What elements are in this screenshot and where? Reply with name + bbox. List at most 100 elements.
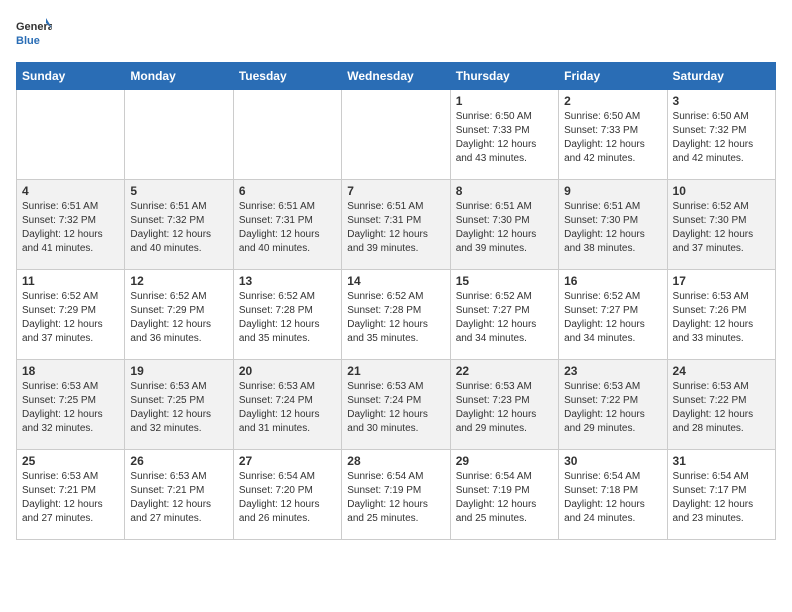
day-info: Sunrise: 6:54 AMSunset: 7:19 PMDaylight:… [347, 471, 428, 524]
day-info: Sunrise: 6:52 AMSunset: 7:27 PMDaylight:… [564, 291, 645, 344]
calendar-cell: 2 Sunrise: 6:50 AMSunset: 7:33 PMDayligh… [559, 90, 667, 180]
day-info: Sunrise: 6:51 AMSunset: 7:30 PMDaylight:… [564, 201, 645, 254]
logo-icon: General Blue [16, 16, 52, 52]
day-info: Sunrise: 6:53 AMSunset: 7:24 PMDaylight:… [347, 381, 428, 434]
day-number: 30 [564, 454, 661, 468]
calendar-cell: 29 Sunrise: 6:54 AMSunset: 7:19 PMDaylig… [450, 450, 558, 540]
calendar-cell: 24 Sunrise: 6:53 AMSunset: 7:22 PMDaylig… [667, 360, 775, 450]
day-number: 26 [130, 454, 227, 468]
calendar-cell: 21 Sunrise: 6:53 AMSunset: 7:24 PMDaylig… [342, 360, 450, 450]
calendar-cell: 23 Sunrise: 6:53 AMSunset: 7:22 PMDaylig… [559, 360, 667, 450]
weekday-header-thursday: Thursday [450, 63, 558, 90]
calendar-cell: 22 Sunrise: 6:53 AMSunset: 7:23 PMDaylig… [450, 360, 558, 450]
day-info: Sunrise: 6:54 AMSunset: 7:17 PMDaylight:… [673, 471, 754, 524]
calendar-week-row: 4 Sunrise: 6:51 AMSunset: 7:32 PMDayligh… [17, 180, 776, 270]
day-info: Sunrise: 6:52 AMSunset: 7:27 PMDaylight:… [456, 291, 537, 344]
day-number: 16 [564, 274, 661, 288]
calendar-cell: 14 Sunrise: 6:52 AMSunset: 7:28 PMDaylig… [342, 270, 450, 360]
day-number: 21 [347, 364, 444, 378]
calendar-cell: 17 Sunrise: 6:53 AMSunset: 7:26 PMDaylig… [667, 270, 775, 360]
calendar-cell: 19 Sunrise: 6:53 AMSunset: 7:25 PMDaylig… [125, 360, 233, 450]
day-info: Sunrise: 6:52 AMSunset: 7:28 PMDaylight:… [239, 291, 320, 344]
calendar-cell [125, 90, 233, 180]
day-info: Sunrise: 6:52 AMSunset: 7:29 PMDaylight:… [130, 291, 211, 344]
calendar-cell: 12 Sunrise: 6:52 AMSunset: 7:29 PMDaylig… [125, 270, 233, 360]
calendar-cell: 10 Sunrise: 6:52 AMSunset: 7:30 PMDaylig… [667, 180, 775, 270]
calendar-cell [342, 90, 450, 180]
calendar-cell: 18 Sunrise: 6:53 AMSunset: 7:25 PMDaylig… [17, 360, 125, 450]
calendar-week-row: 18 Sunrise: 6:53 AMSunset: 7:25 PMDaylig… [17, 360, 776, 450]
day-number: 18 [22, 364, 119, 378]
day-number: 28 [347, 454, 444, 468]
day-number: 1 [456, 94, 553, 108]
day-number: 13 [239, 274, 336, 288]
calendar-cell: 5 Sunrise: 6:51 AMSunset: 7:32 PMDayligh… [125, 180, 233, 270]
calendar-table: SundayMondayTuesdayWednesdayThursdayFrid… [16, 62, 776, 540]
day-info: Sunrise: 6:54 AMSunset: 7:18 PMDaylight:… [564, 471, 645, 524]
day-number: 8 [456, 184, 553, 198]
calendar-cell: 9 Sunrise: 6:51 AMSunset: 7:30 PMDayligh… [559, 180, 667, 270]
logo: General Blue [16, 16, 52, 52]
weekday-header-monday: Monday [125, 63, 233, 90]
day-info: Sunrise: 6:53 AMSunset: 7:24 PMDaylight:… [239, 381, 320, 434]
day-number: 9 [564, 184, 661, 198]
day-number: 24 [673, 364, 770, 378]
day-info: Sunrise: 6:52 AMSunset: 7:28 PMDaylight:… [347, 291, 428, 344]
day-info: Sunrise: 6:51 AMSunset: 7:31 PMDaylight:… [239, 201, 320, 254]
day-info: Sunrise: 6:53 AMSunset: 7:25 PMDaylight:… [130, 381, 211, 434]
calendar-cell: 8 Sunrise: 6:51 AMSunset: 7:30 PMDayligh… [450, 180, 558, 270]
weekday-header-wednesday: Wednesday [342, 63, 450, 90]
day-info: Sunrise: 6:50 AMSunset: 7:33 PMDaylight:… [564, 111, 645, 164]
day-number: 31 [673, 454, 770, 468]
page-header: General Blue [16, 16, 776, 52]
day-info: Sunrise: 6:53 AMSunset: 7:22 PMDaylight:… [673, 381, 754, 434]
day-info: Sunrise: 6:51 AMSunset: 7:31 PMDaylight:… [347, 201, 428, 254]
day-number: 23 [564, 364, 661, 378]
day-number: 5 [130, 184, 227, 198]
day-number: 11 [22, 274, 119, 288]
day-number: 15 [456, 274, 553, 288]
calendar-cell: 3 Sunrise: 6:50 AMSunset: 7:32 PMDayligh… [667, 90, 775, 180]
day-number: 17 [673, 274, 770, 288]
calendar-cell: 31 Sunrise: 6:54 AMSunset: 7:17 PMDaylig… [667, 450, 775, 540]
day-info: Sunrise: 6:53 AMSunset: 7:26 PMDaylight:… [673, 291, 754, 344]
calendar-week-row: 1 Sunrise: 6:50 AMSunset: 7:33 PMDayligh… [17, 90, 776, 180]
calendar-cell: 26 Sunrise: 6:53 AMSunset: 7:21 PMDaylig… [125, 450, 233, 540]
day-info: Sunrise: 6:50 AMSunset: 7:33 PMDaylight:… [456, 111, 537, 164]
calendar-cell: 20 Sunrise: 6:53 AMSunset: 7:24 PMDaylig… [233, 360, 341, 450]
day-number: 22 [456, 364, 553, 378]
day-number: 12 [130, 274, 227, 288]
calendar-cell: 30 Sunrise: 6:54 AMSunset: 7:18 PMDaylig… [559, 450, 667, 540]
calendar-cell: 16 Sunrise: 6:52 AMSunset: 7:27 PMDaylig… [559, 270, 667, 360]
calendar-cell: 25 Sunrise: 6:53 AMSunset: 7:21 PMDaylig… [17, 450, 125, 540]
calendar-cell: 6 Sunrise: 6:51 AMSunset: 7:31 PMDayligh… [233, 180, 341, 270]
calendar-cell: 27 Sunrise: 6:54 AMSunset: 7:20 PMDaylig… [233, 450, 341, 540]
day-number: 25 [22, 454, 119, 468]
day-number: 27 [239, 454, 336, 468]
svg-text:Blue: Blue [16, 35, 40, 47]
weekday-header-friday: Friday [559, 63, 667, 90]
calendar-cell: 11 Sunrise: 6:52 AMSunset: 7:29 PMDaylig… [17, 270, 125, 360]
day-info: Sunrise: 6:53 AMSunset: 7:21 PMDaylight:… [130, 471, 211, 524]
day-info: Sunrise: 6:53 AMSunset: 7:22 PMDaylight:… [564, 381, 645, 434]
day-info: Sunrise: 6:52 AMSunset: 7:30 PMDaylight:… [673, 201, 754, 254]
day-number: 10 [673, 184, 770, 198]
calendar-cell: 1 Sunrise: 6:50 AMSunset: 7:33 PMDayligh… [450, 90, 558, 180]
weekday-header-row: SundayMondayTuesdayWednesdayThursdayFrid… [17, 63, 776, 90]
day-number: 6 [239, 184, 336, 198]
day-info: Sunrise: 6:53 AMSunset: 7:23 PMDaylight:… [456, 381, 537, 434]
day-info: Sunrise: 6:53 AMSunset: 7:25 PMDaylight:… [22, 381, 103, 434]
day-number: 20 [239, 364, 336, 378]
calendar-cell: 13 Sunrise: 6:52 AMSunset: 7:28 PMDaylig… [233, 270, 341, 360]
weekday-header-sunday: Sunday [17, 63, 125, 90]
day-number: 14 [347, 274, 444, 288]
calendar-cell [17, 90, 125, 180]
day-number: 19 [130, 364, 227, 378]
calendar-cell: 4 Sunrise: 6:51 AMSunset: 7:32 PMDayligh… [17, 180, 125, 270]
day-info: Sunrise: 6:50 AMSunset: 7:32 PMDaylight:… [673, 111, 754, 164]
weekday-header-tuesday: Tuesday [233, 63, 341, 90]
day-number: 29 [456, 454, 553, 468]
day-info: Sunrise: 6:53 AMSunset: 7:21 PMDaylight:… [22, 471, 103, 524]
day-number: 3 [673, 94, 770, 108]
calendar-cell: 15 Sunrise: 6:52 AMSunset: 7:27 PMDaylig… [450, 270, 558, 360]
